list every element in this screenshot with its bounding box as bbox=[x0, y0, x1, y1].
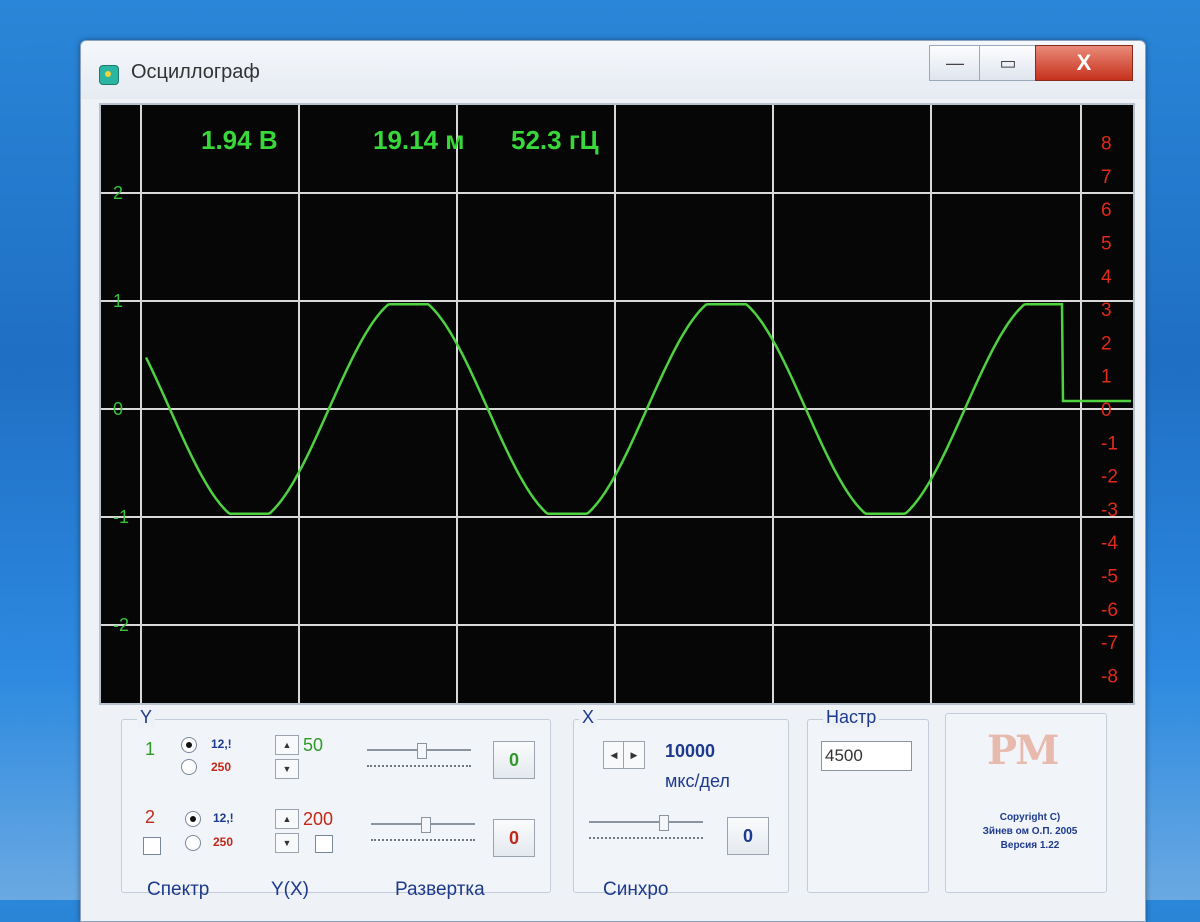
title-bar[interactable]: Осциллограф — ▭ X bbox=[81, 41, 1145, 99]
x-slider-thumb[interactable] bbox=[659, 815, 669, 831]
right-axis-tick-16: -8 bbox=[1101, 666, 1118, 687]
ch2-slider-thumb[interactable] bbox=[421, 817, 431, 833]
ch2-scale-value: 200 bbox=[303, 809, 334, 829]
copyright-line-3: Версия 1.22 bbox=[1000, 840, 1060, 851]
tab-sweep[interactable]: Развертка bbox=[395, 879, 485, 901]
x-right-button[interactable]: ▶ bbox=[623, 741, 645, 769]
x-timebase-value: 10000 bbox=[665, 741, 716, 761]
right-axis-tick-15: -7 bbox=[1101, 633, 1118, 654]
copyright-line-1: Copyright C) bbox=[999, 812, 1061, 823]
ch2-invert-checkbox[interactable] bbox=[315, 835, 333, 853]
right-axis-tick-14: -6 bbox=[1101, 600, 1118, 621]
right-axis-tick-6: 2 bbox=[1101, 333, 1112, 354]
tab-sync[interactable]: Синхро bbox=[603, 879, 668, 901]
right-axis-tick-5: 3 bbox=[1101, 300, 1112, 321]
x-slider-ticks bbox=[589, 833, 703, 839]
ch1-scale-value: 50 bbox=[303, 735, 324, 755]
ch1-slider-ticks bbox=[367, 761, 471, 767]
right-axis-tick-12: -4 bbox=[1101, 533, 1118, 554]
tab-yx[interactable]: Y(X) bbox=[271, 879, 309, 901]
ch1-up-button[interactable]: ▲ bbox=[275, 735, 299, 755]
y-group-title: Y bbox=[137, 707, 156, 728]
ch1-range-a-radio[interactable] bbox=[181, 737, 197, 753]
right-axis-tick-3: 5 bbox=[1101, 234, 1112, 255]
voltage-readout: 1.94 В bbox=[201, 125, 278, 155]
x-timebase-unit: мкс/дел bbox=[665, 771, 730, 791]
right-axis-tick-10: -2 bbox=[1101, 467, 1118, 488]
ch2-range-b-radio[interactable] bbox=[185, 835, 201, 851]
ch2-down-button[interactable]: ▼ bbox=[275, 833, 299, 853]
copyright-text: Copyright C) Зйнев ом О.П. 2005 Версия 1… bbox=[955, 811, 1105, 853]
x-left-button[interactable]: ◀ bbox=[603, 741, 625, 769]
channel-2-label: 2 bbox=[145, 807, 156, 827]
ch1-range-b-label: 250 bbox=[211, 760, 232, 774]
ch1-range-b-radio[interactable] bbox=[181, 759, 197, 775]
right-axis-tick-4: 4 bbox=[1101, 267, 1112, 288]
right-axis-tick-2: 6 bbox=[1101, 200, 1112, 221]
pm-logo: PM bbox=[987, 727, 1059, 774]
scope-plot: 2 1 0 -1 -2 8 7 6 5 4 3 2 1 0 -1 -2 -3 -4 -5 -6 -7 -8 bbox=[101, 105, 1133, 703]
window-title: Осциллограф bbox=[131, 61, 260, 83]
close-button[interactable]: X bbox=[1035, 45, 1133, 81]
settings-group-title: Настр bbox=[823, 707, 880, 728]
left-axis-tick-1: 1 bbox=[113, 291, 123, 311]
ch2-range-a-label: 12,! bbox=[213, 811, 234, 825]
minimize-button[interactable]: — bbox=[929, 45, 981, 81]
ch1-slider-thumb[interactable] bbox=[417, 743, 427, 759]
oscilloscope-screen: 2 1 0 -1 -2 8 7 6 5 4 3 2 1 0 -1 -2 -3 -4 -5 -6 -7 -8 1.94 В … bbox=[99, 103, 1135, 705]
right-axis-tick-7: 1 bbox=[1101, 367, 1112, 388]
x-group-title: X bbox=[579, 707, 598, 728]
right-axis-tick-0: 8 bbox=[1101, 134, 1112, 155]
tab-spectrum[interactable]: Спектр bbox=[147, 879, 209, 901]
left-axis-tick-2: 0 bbox=[113, 399, 123, 419]
period-readout: 19.14 м bbox=[373, 125, 465, 155]
ch2-slider-ticks bbox=[371, 835, 475, 841]
copyright-line-2: Зйнев ом О.П. 2005 bbox=[982, 826, 1078, 837]
ch1-down-button[interactable]: ▼ bbox=[275, 759, 299, 779]
left-axis-tick-4: -2 bbox=[113, 615, 129, 635]
x-offset-button[interactable]: 0 bbox=[727, 817, 769, 855]
left-axis-tick-3: -1 bbox=[113, 507, 129, 527]
ch2-up-button[interactable]: ▲ bbox=[275, 809, 299, 829]
right-axis-tick-1: 7 bbox=[1101, 167, 1112, 188]
right-axis-tick-8: 0 bbox=[1101, 400, 1112, 421]
right-axis-tick-9: -1 bbox=[1101, 433, 1118, 454]
frequency-readout: 52.3 гЦ bbox=[511, 125, 599, 155]
ch2-range-a-radio[interactable] bbox=[185, 811, 201, 827]
ch2-range-b-label: 250 bbox=[213, 835, 234, 849]
ch1-offset-button[interactable]: 0 bbox=[493, 741, 535, 779]
settings-input[interactable]: 4500 bbox=[821, 741, 912, 771]
app-icon bbox=[99, 65, 119, 85]
ch1-range-a-label: 12,! bbox=[211, 737, 232, 751]
left-axis-tick-0: 2 bbox=[113, 183, 123, 203]
maximize-button[interactable]: ▭ bbox=[979, 45, 1037, 81]
control-panel: Y 1 12,! 250 ▲ ▼ 50 0 2 12,! 250 ▲ ▼ 200… bbox=[99, 707, 1131, 921]
channel-1-label: 1 bbox=[145, 739, 156, 759]
ch2-enable-checkbox[interactable] bbox=[143, 837, 161, 855]
right-axis-tick-13: -5 bbox=[1101, 567, 1118, 588]
oscilloscope-window: Осциллограф — ▭ X 2 1 0 -1 -2 8 7 6 5 4 3 2 1 0 -1 -2 -3… bbox=[80, 40, 1146, 922]
ch2-offset-button[interactable]: 0 bbox=[493, 819, 535, 857]
right-axis-tick-11: -3 bbox=[1101, 500, 1118, 521]
x-slider-track[interactable] bbox=[589, 821, 703, 823]
